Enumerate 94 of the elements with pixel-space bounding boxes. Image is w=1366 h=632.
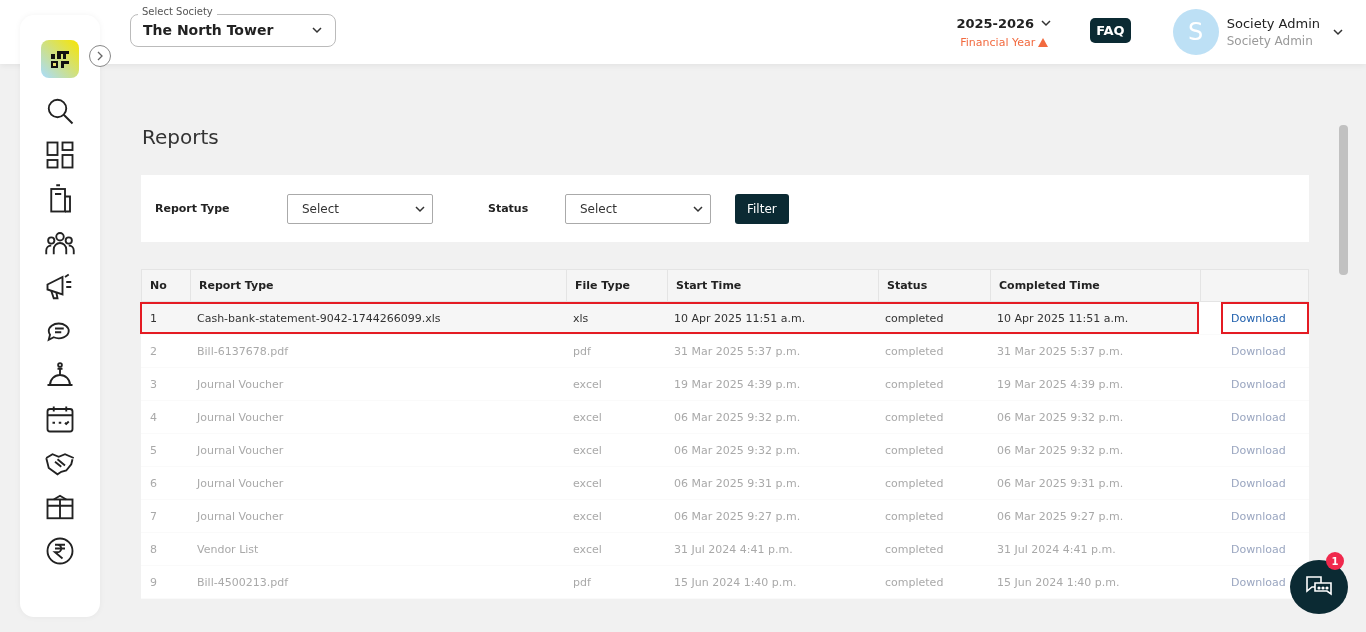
table-cell-text: Bill-6137678.pdf (196, 343, 290, 360)
table-cell-text: 06 Mar 2025 9:32 p.m. (996, 409, 1125, 426)
table-cell-text: 8 (149, 541, 158, 558)
table-cell-text: Cash-bank-statement-9042-1744266099.xls (196, 310, 442, 327)
table-cell-text: Journal Voucher (195, 409, 285, 426)
table-cell-text: 5 (149, 442, 158, 459)
download-link[interactable]: Download (1231, 542, 1286, 556)
select-field[interactable]: Select (287, 193, 433, 224)
column-header: Report Type (191, 270, 567, 301)
table-cell-text: 06 Mar 2025 9:27 p.m. (673, 508, 802, 525)
column-header: File Type (567, 270, 668, 301)
column-header: Status (879, 270, 991, 301)
avatar: S (1172, 9, 1219, 55)
table-cell-text: 19 Mar 2025 4:39 p.m. (996, 376, 1125, 393)
table-cell-text: 9 (149, 574, 158, 591)
chevron-down-icon (1332, 26, 1344, 38)
table-cell-text: 31 Mar 2025 5:37 p.m. (673, 343, 802, 360)
table-cell-text: 10 Apr 2025 11:51 a.m. (673, 310, 807, 327)
table-cell-text: Bill-4500213.pdf (196, 574, 290, 591)
table-cell-text: 06 Mar 2025 9:31 p.m. (673, 475, 802, 492)
notification-badge: 1 (1326, 552, 1344, 570)
download-link[interactable]: Download (1231, 575, 1286, 589)
download-link[interactable]: Download (1231, 476, 1286, 490)
table-cell-text: Journal Voucher (195, 475, 285, 492)
filter-label: Report Type (155, 202, 231, 215)
user-name: Society Admin (1226, 16, 1320, 31)
year-caption: Financial Year (960, 35, 1036, 49)
table-cell-text: 31 Mar 2025 5:37 p.m. (996, 343, 1125, 360)
table-cell-text: 15 Jun 2024 1:40 p.m. (996, 574, 1121, 591)
table-cell-text: 1 (149, 310, 158, 327)
table-cell-text: 31 Jul 2024 4:41 p.m. (673, 541, 794, 558)
table-cell-text: excel (572, 541, 603, 558)
table-cell-text: Journal Voucher (195, 376, 285, 393)
download-link[interactable]: Download (1231, 443, 1286, 457)
download-link[interactable]: Download (1231, 410, 1286, 424)
table-cell-text: completed (884, 409, 945, 426)
faq-button[interactable]: FAQ (1090, 17, 1131, 43)
table-cell-text: excel (572, 475, 603, 492)
select-field[interactable]: Select (565, 193, 711, 224)
chevron-down-icon (1040, 17, 1053, 29)
table-cell-text: 15 Jun 2024 1:40 p.m. (673, 574, 798, 591)
table-cell-text: 06 Mar 2025 9:32 p.m. (996, 442, 1125, 459)
table-cell-text: 06 Mar 2025 9:31 p.m. (996, 475, 1125, 492)
table-cell-text: completed (884, 475, 945, 492)
table-cell-text: 19 Mar 2025 4:39 p.m. (673, 376, 802, 393)
table-cell-text: completed (884, 343, 945, 360)
logo-icon[interactable] (41, 40, 79, 78)
filter-button[interactable]: Filter (735, 193, 789, 224)
table-cell-text: completed (884, 310, 945, 327)
table-cell-text: pdf (572, 574, 592, 591)
table-cell-text: 3 (149, 376, 158, 393)
table-cell-text: xls (572, 310, 590, 327)
table-cell-text: 06 Mar 2025 9:32 p.m. (673, 442, 802, 459)
table-cell-text: 06 Mar 2025 9:32 p.m. (673, 409, 802, 426)
column-header: Start Time (668, 270, 879, 301)
table-cell-text: completed (884, 574, 945, 591)
year-selector[interactable]: 2025-2026 (956, 15, 1035, 31)
table-cell-text: excel (572, 508, 603, 525)
column-header: Completed Time (991, 270, 1201, 301)
table-cell-text: completed (884, 541, 945, 558)
filter-label: Status (488, 202, 530, 215)
user-role: Society Admin (1226, 34, 1314, 48)
table-cell-text: pdf (572, 343, 592, 360)
page-title: Reports (142, 125, 220, 149)
download-link[interactable]: Download (1231, 509, 1286, 523)
download-link[interactable]: Download (1231, 344, 1286, 358)
table-cell-text: 7 (149, 508, 158, 525)
table-cell-text: completed (884, 442, 945, 459)
table-cell-text: excel (572, 409, 603, 426)
warning-icon (1038, 37, 1049, 47)
field-label: Select Society (138, 5, 217, 17)
table-cell-text: excel (572, 376, 603, 393)
column-header: No (142, 270, 191, 301)
box-icon[interactable] (45, 492, 75, 522)
grid-icon[interactable] (45, 140, 75, 170)
calendar-icon[interactable] (45, 404, 75, 434)
chevron-right-icon (95, 51, 105, 61)
table-cell-text: 4 (149, 409, 158, 426)
download-link[interactable]: Download (1231, 311, 1286, 325)
table-cell-text: Journal Voucher (195, 442, 285, 459)
table-cell-text: Journal Voucher (195, 508, 285, 525)
table-cell-text: completed (884, 376, 945, 393)
rupee-icon[interactable] (45, 536, 75, 566)
table-cell-text: 10 Apr 2025 11:51 a.m. (996, 310, 1130, 327)
table-cell-text: excel (572, 442, 603, 459)
table-cell-text: Vendor List (196, 541, 260, 558)
download-link[interactable]: Download (1231, 377, 1286, 391)
search-icon[interactable] (45, 96, 75, 126)
table-cell-text: 06 Mar 2025 9:27 p.m. (996, 508, 1125, 525)
table-cell-text: 6 (149, 475, 158, 492)
chevron-down-icon (311, 24, 323, 36)
table-cell-text: completed (884, 508, 945, 525)
table-cell-text: 31 Jul 2024 4:41 p.m. (996, 541, 1117, 558)
table-cell-text: 2 (149, 343, 158, 360)
